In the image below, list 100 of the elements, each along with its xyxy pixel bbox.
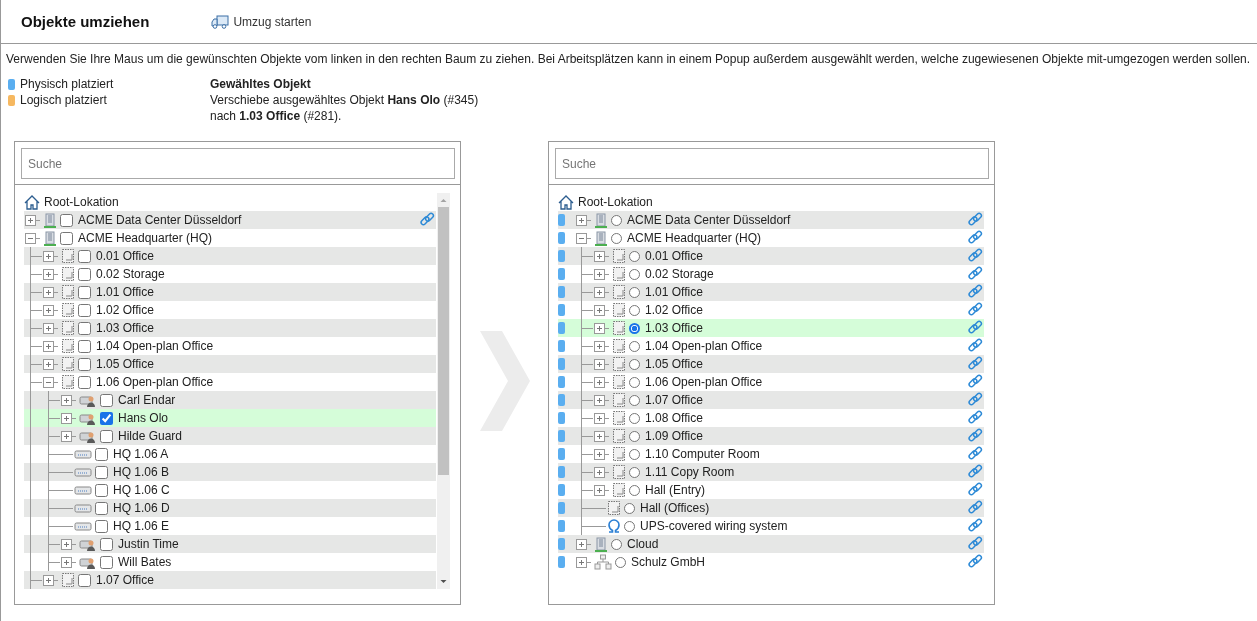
link-icon[interactable] [967,356,983,372]
radio-button[interactable] [624,502,635,514]
tree-row[interactable]: Schulz GmbH [558,553,984,571]
tree-row[interactable]: 0.02 Storage [558,265,984,283]
checkbox[interactable] [78,321,91,335]
checkbox[interactable] [78,267,91,281]
checkbox[interactable] [78,375,91,389]
tree-row[interactable]: Hall (Offices) [558,499,984,517]
tree-row[interactable]: 1.03 Office [24,319,436,337]
expand-icon[interactable] [594,376,605,388]
checkbox[interactable] [95,483,108,497]
tree-row[interactable]: HQ 1.06 B [24,463,436,481]
link-icon[interactable] [967,518,983,534]
checkbox[interactable] [78,303,91,317]
tree-row[interactable]: 1.07 Office [24,571,436,589]
expand-icon[interactable] [43,340,54,352]
checkbox[interactable] [100,537,113,551]
search-field[interactable]: Suche [555,148,989,179]
collapse-icon[interactable] [43,376,54,388]
checkbox[interactable] [78,339,91,353]
link-icon[interactable] [967,536,983,552]
link-icon[interactable] [967,284,983,300]
checkbox[interactable] [100,429,113,443]
tree-row[interactable]: 0.02 Storage [24,265,436,283]
link-icon[interactable] [967,338,983,354]
tree-row[interactable]: Hall (Entry) [558,481,984,499]
tree-row[interactable]: Carl Endar [24,391,436,409]
tree-row[interactable]: Cloud [558,535,984,553]
radio-button[interactable] [629,340,640,352]
radio-button[interactable] [629,286,640,298]
tree-row[interactable]: ACME Data Center Düsseldorf [24,211,436,229]
checkbox[interactable] [100,555,113,569]
checkbox[interactable] [95,465,108,479]
tree-row[interactable]: 1.10 Computer Room [558,445,984,463]
tree-row[interactable]: HQ 1.06 A [24,445,436,463]
expand-icon[interactable] [43,304,54,316]
link-icon[interactable] [967,410,983,426]
checkbox[interactable] [95,501,108,515]
link-icon[interactable] [967,428,983,444]
tree-row[interactable]: Hilde Guard [24,427,436,445]
tree-row[interactable]: HQ 1.06 C [24,481,436,499]
radio-button[interactable] [611,214,622,226]
tree-row[interactable]: 1.02 Office [558,301,984,319]
tree-row[interactable]: 1.09 Office [558,427,984,445]
tree-row[interactable]: HQ 1.06 E [24,517,436,535]
expand-icon[interactable] [43,574,54,586]
expand-icon[interactable] [594,430,605,442]
expand-icon[interactable] [43,250,54,262]
radio-button[interactable] [615,556,626,568]
radio-button[interactable] [611,538,622,550]
checkbox[interactable] [100,411,113,425]
expand-icon[interactable] [594,340,605,352]
expand-icon[interactable] [43,358,54,370]
radio-button[interactable] [624,520,635,532]
checkbox[interactable] [95,519,108,533]
expand-icon[interactable] [61,394,72,406]
link-icon[interactable] [967,320,983,336]
expand-icon[interactable] [576,556,587,568]
expand-icon[interactable] [594,304,605,316]
expand-icon[interactable] [594,250,605,262]
expand-icon[interactable] [61,556,72,568]
radio-button[interactable] [629,304,640,316]
radio-button[interactable] [629,358,640,370]
scrollbar-drawing[interactable] [437,193,450,589]
expand-icon[interactable] [594,286,605,298]
tree-row[interactable]: ACME Data Center Düsseldorf [558,211,984,229]
expand-icon[interactable] [576,538,587,550]
tree-row[interactable]: 1.05 Office [558,355,984,373]
tree-row[interactable]: 0.01 Office [558,247,984,265]
tree-row[interactable]: 1.06 Open-plan Office [24,373,436,391]
radio-button[interactable] [629,430,640,442]
expand-icon[interactable] [594,448,605,460]
tree-row[interactable]: Justin Time [24,535,436,553]
link-icon[interactable] [967,392,983,408]
link-icon[interactable] [967,248,983,264]
link-icon[interactable] [967,302,983,318]
expand-icon[interactable] [25,214,36,226]
tree-row[interactable]: ACME Headquarter (HQ) [558,229,984,247]
tree-row[interactable]: 0.01 Office [24,247,436,265]
expand-icon[interactable] [576,214,587,226]
link-icon[interactable] [967,464,983,480]
tree-row[interactable]: 1.06 Open-plan Office [558,373,984,391]
radio-button[interactable] [629,376,640,388]
link-icon[interactable] [967,374,983,390]
checkbox[interactable] [78,285,91,299]
expand-icon[interactable] [43,286,54,298]
tree-row[interactable]: 1.02 Office [24,301,436,319]
search-field[interactable]: Suche [21,148,455,179]
tree-row[interactable]: 1.03 Office [558,319,984,337]
link-icon[interactable] [967,500,983,516]
tree-row[interactable]: 1.01 Office [24,283,436,301]
link-icon[interactable] [419,212,435,228]
radio-button[interactable] [629,484,640,496]
checkbox[interactable] [78,249,91,263]
expand-icon[interactable] [594,484,605,496]
expand-icon[interactable] [594,394,605,406]
expand-icon[interactable] [43,322,54,334]
checkbox[interactable] [60,231,73,245]
tree-row[interactable]: 1.07 Office [558,391,984,409]
tree-row[interactable]: Hans Olo [24,409,436,427]
